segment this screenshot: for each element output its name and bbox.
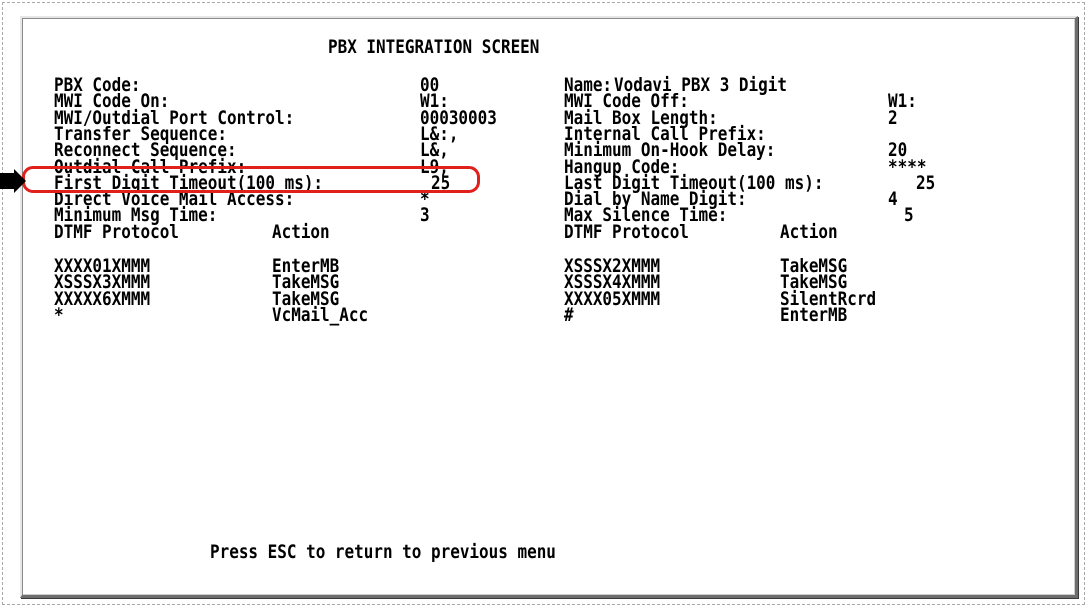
highlight-oval <box>22 166 480 193</box>
dtmf-protocol-right: XXXX05XMMM <box>564 287 661 310</box>
screen-title: PBX INTEGRATION SCREEN <box>328 36 540 58</box>
right-field-value: 4 <box>888 188 898 211</box>
dtmf-protocol-left: XXXXX6XMMM <box>54 287 151 310</box>
right-field-value: 25 <box>916 171 936 194</box>
footer-instruction: Press ESC to return to previous menu <box>210 541 556 563</box>
dtmf-protocol-right: # <box>564 303 574 326</box>
dtmf-protocol-left: * <box>54 303 64 326</box>
left-field-value: 3 <box>420 204 430 227</box>
terminal-window: PBX INTEGRATION SCREEN PBX Code: 00 MWI Co… <box>20 16 1078 598</box>
right-field-value: 2 <box>888 106 898 129</box>
dtmf-action-header-right: Action <box>780 220 838 243</box>
arrow-right-icon <box>0 169 26 193</box>
dtmf-protocol-header-right: DTMF Protocol <box>564 220 689 243</box>
dtmf-action-right: EnterMB <box>780 303 848 326</box>
right-field-value: 5 <box>904 204 914 227</box>
dtmf-action-header-left: Action <box>272 220 330 243</box>
dtmf-action-left: VcMail_Acc <box>272 303 369 326</box>
dtmf-protocol-header-left: DTMF Protocol <box>54 220 179 243</box>
